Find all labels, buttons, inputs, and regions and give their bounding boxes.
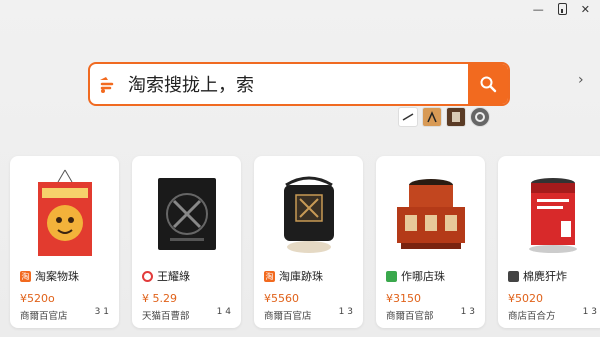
product-image: [18, 164, 111, 264]
thumbnail-1[interactable]: [398, 107, 418, 127]
sales-count: 3 1: [94, 307, 109, 317]
price: ¥ 5.29: [142, 292, 177, 305]
product-card[interactable]: 王耀綠 ¥ 5.29 天猫百曹部 1 4: [132, 156, 241, 328]
product-list: 淘 淘案物珠 ¥520o 商爾百官店 3 1 王耀綠 ¥ 5.29 天猫百曹部 …: [10, 156, 600, 328]
store-icon: 淘: [20, 270, 31, 282]
thumbnail-4[interactable]: [470, 107, 490, 127]
product-image: [262, 164, 355, 264]
sales-count: 1 3: [460, 307, 475, 317]
store-icon: [386, 270, 397, 282]
product-card[interactable]: 棉麂犴炸 ¥5020 商店百合方 1 3: [498, 156, 600, 328]
price: ¥520o: [20, 292, 55, 305]
shop-name: 商店百合方: [508, 311, 556, 322]
product-card[interactable]: 作哪店珠 ¥3150 商爾百官部 1 3: [376, 156, 485, 328]
taobao-logo-icon: [90, 64, 124, 104]
search-input[interactable]: 淘索搜拢上，索: [124, 71, 468, 97]
sales-count: 1 3: [582, 307, 597, 317]
store-icon: [142, 270, 153, 282]
price: ¥3150: [386, 292, 421, 305]
search-icon: [480, 76, 497, 93]
thumbnail-3[interactable]: [446, 107, 466, 127]
store-name[interactable]: 棉麂犴炸: [523, 268, 567, 284]
minimize-button[interactable]: —: [533, 4, 544, 15]
close-button[interactable]: ✕: [581, 4, 590, 15]
price: ¥5560: [264, 292, 299, 305]
product-card[interactable]: 淘 淘案物珠 ¥520o 商爾百官店 3 1: [10, 156, 119, 328]
thumbnail-2[interactable]: [422, 107, 442, 127]
product-image: [384, 164, 477, 264]
store-icon: 淘: [264, 270, 275, 282]
chevron-right-icon[interactable]: ›: [578, 72, 584, 88]
search-bar[interactable]: 淘索搜拢上，索: [88, 62, 510, 106]
product-image: [506, 164, 599, 264]
store-icon: [508, 270, 519, 282]
sales-count: 1 4: [216, 307, 231, 317]
store-name[interactable]: 作哪店珠: [401, 268, 445, 284]
shop-name: 天猫百曹部: [142, 311, 190, 322]
image-search-thumbnails: [398, 107, 490, 127]
window-controls: — ✕: [510, 0, 600, 18]
shop-name: 商爾百官店: [20, 311, 68, 322]
shop-name: 商爾百官店: [264, 311, 312, 322]
price: ¥5020: [508, 292, 543, 305]
sales-count: 1 3: [338, 307, 353, 317]
pin-icon[interactable]: [557, 3, 567, 15]
store-name[interactable]: 淘案物珠: [35, 268, 79, 284]
product-image: [140, 164, 233, 264]
product-card[interactable]: 淘 淘庫跡珠 ¥5560 商爾百官店 1 3: [254, 156, 363, 328]
search-button[interactable]: [468, 64, 508, 104]
shop-name: 商爾百官部: [386, 311, 434, 322]
store-name[interactable]: 淘庫跡珠: [279, 268, 323, 284]
store-name[interactable]: 王耀綠: [157, 268, 190, 284]
